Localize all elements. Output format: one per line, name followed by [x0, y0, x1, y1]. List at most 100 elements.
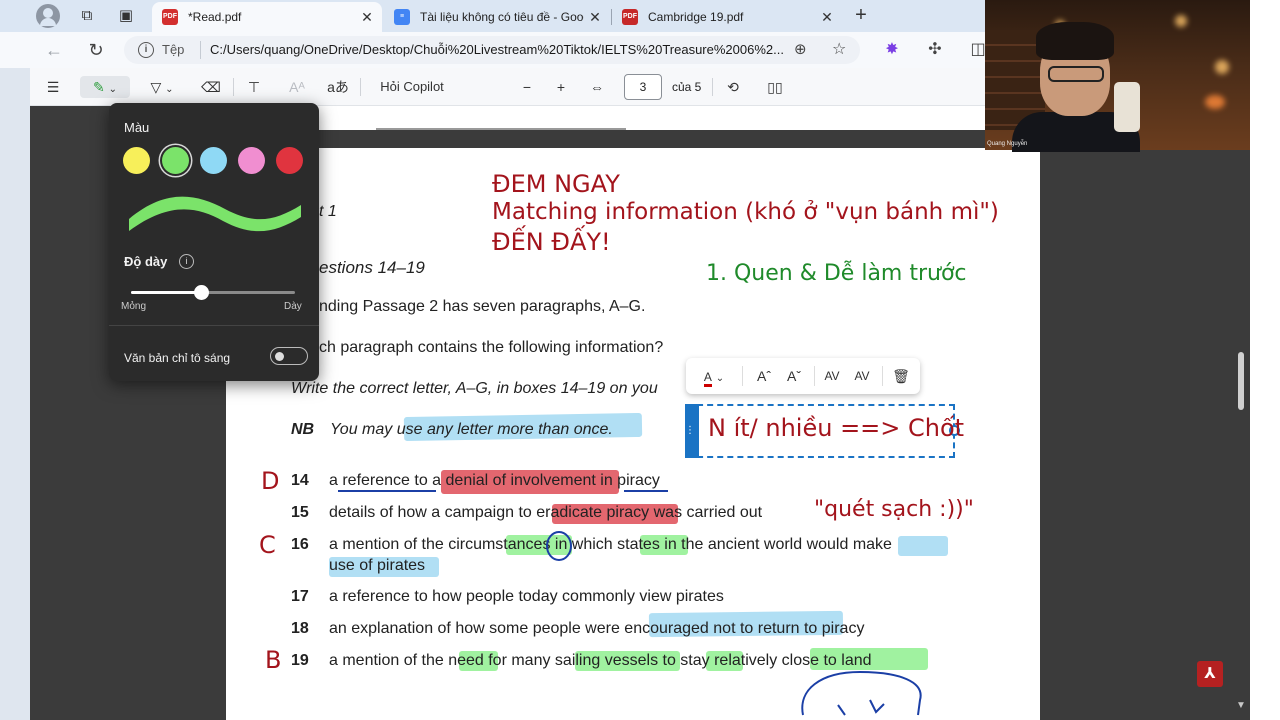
question-text: details of how a campaign to eradicate p… [329, 504, 763, 521]
thickness-slider-thumb[interactable] [194, 285, 209, 300]
close-tab-icon[interactable]: ✕ [356, 9, 378, 26]
highlight-text-only-label: Văn bản chỉ tô sáng [124, 351, 231, 365]
annotation-heading: Matching information (khó ở "vụn bánh mì… [492, 199, 999, 225]
favorite-star-icon[interactable]: ☆ [832, 39, 846, 59]
color-swatch-pink[interactable] [238, 147, 265, 174]
intro-line: nding Passage 2 has seven paragraphs, A–… [319, 298, 646, 315]
presenter-glasses [1048, 66, 1104, 82]
questions-heading: estions 14–19 [319, 258, 425, 277]
text-box-content[interactable]: N ít/ nhiều ==> Chốt [708, 414, 964, 442]
draw-tool-button[interactable]: ▽ ⌄ [140, 76, 184, 98]
tab-read-pdf[interactable]: PDF *Read.pdf ✕ [152, 2, 382, 32]
new-tab-icon[interactable]: + [850, 5, 872, 27]
presenter-hair [1036, 22, 1114, 60]
question-text: an explanation of how some people were e… [329, 620, 865, 637]
color-swatch-red[interactable] [276, 147, 303, 174]
question-text: a mention of the need for many sailing v… [329, 652, 872, 669]
color-swatch-blue[interactable] [200, 147, 227, 174]
drag-handle-icon[interactable]: ⋮⋮ [685, 404, 705, 458]
close-tab-icon[interactable]: ✕ [584, 9, 606, 26]
instruction-line: Write the correct letter, A–G, in boxes … [291, 380, 658, 397]
add-text-icon[interactable]: ⊤ [243, 76, 265, 98]
tab-title: Tài liệu không có tiêu đề - Google [420, 10, 584, 24]
annotation-tip: 1. Quen & Dễ làm trước [706, 261, 967, 286]
scrollbar-thumb[interactable] [1238, 352, 1244, 410]
workspaces-icon[interactable]: ⧉ [77, 6, 97, 26]
presenter-name: Quang Nguyễn [987, 141, 1028, 147]
zoom-out-button[interactable]: − [517, 76, 537, 98]
info-icon[interactable]: i [138, 42, 154, 58]
answer-letter: B [265, 646, 282, 674]
pdf-toolbar: ☰ ✎ ⌄ ▽ ⌄ ⌫ ⊤ Aᴬ aあ Hỏi Copilot − + ⇔ 3 … [30, 68, 985, 106]
question-number: 18 [291, 620, 309, 637]
color-swatch-green[interactable] [162, 147, 189, 174]
fit-to-width-icon[interactable]: ⇔ [586, 76, 608, 98]
divider [200, 41, 201, 59]
zoom-in-button[interactable]: + [551, 76, 571, 98]
close-tab-icon[interactable]: ✕ [816, 9, 838, 26]
vertical-tabs-icon[interactable]: ▣ [116, 6, 136, 26]
question-number: 17 [291, 588, 309, 605]
color-label: Màu [124, 120, 150, 135]
pdf-icon: PDF [622, 9, 638, 25]
ask-copilot-button[interactable]: Hỏi Copilot [374, 76, 450, 98]
text-format-icon: Aᴬ [289, 79, 305, 95]
divider [233, 78, 234, 96]
expand-spacing-icon[interactable]: AV [820, 366, 844, 386]
question-number: 14 [291, 472, 309, 489]
question-number: 16 [291, 536, 309, 553]
acrobat-icon[interactable]: ⅄ [1197, 661, 1223, 687]
slider-max-label: Dày [284, 301, 302, 312]
font-color-button[interactable]: A ⌄ [696, 366, 732, 387]
chevron-down-icon: ⌄ [715, 373, 725, 384]
tab-title: Cambridge 19.pdf [648, 10, 744, 24]
url-text[interactable]: C:/Users/quang/OneDrive/Desktop/Chuỗi%20… [210, 42, 784, 57]
address-bar-row: ← ↻ i Tệp C:/Users/quang/OneDrive/Deskto… [0, 32, 985, 68]
decrease-font-icon[interactable]: Aˇ [782, 366, 806, 386]
divider [360, 78, 361, 96]
stroke-preview [129, 196, 301, 232]
zoom-icon[interactable]: ⊕ [794, 40, 807, 58]
question-text: a mention of the circumstances in which … [329, 536, 892, 553]
docs-icon: ≡ [394, 9, 410, 25]
extensions-puzzle-icon[interactable]: ✣ [925, 40, 945, 60]
color-swatch-yellow[interactable] [123, 147, 150, 174]
annotation-heading: ĐẾN ĐẤY! [492, 228, 611, 256]
page-number-input[interactable]: 3 [624, 74, 662, 100]
tab-google-docs[interactable]: ≡ Tài liệu không có tiêu đề - Google ✕ [384, 2, 610, 32]
text-box-toolbar: A ⌄ Aˆ Aˇ AV AV 🗑 [686, 358, 920, 394]
phone [1114, 82, 1140, 132]
profile-avatar-icon[interactable] [36, 4, 60, 28]
scroll-down-icon[interactable]: ▼ [1236, 700, 1246, 711]
chevron-down-icon: ⌄ [165, 84, 174, 95]
thickness-slider-fill [131, 291, 201, 294]
contents-list-icon[interactable]: ☰ [42, 76, 64, 98]
previous-page-edge [226, 106, 985, 130]
back-icon[interactable]: ← [43, 39, 65, 61]
highlight-text-only-toggle[interactable] [270, 347, 308, 365]
tab-title: *Read.pdf [188, 10, 242, 24]
read-aloud-button[interactable]: aあ [326, 76, 350, 98]
pen-icon: ▽ [150, 79, 162, 95]
condense-spacing-icon[interactable]: AV [850, 366, 874, 386]
tab-cambridge-pdf[interactable]: PDF Cambridge 19.pdf ✕ [612, 2, 842, 32]
thickness-label: Độ dày [124, 254, 168, 269]
delete-icon[interactable]: 🗑 [890, 366, 912, 386]
refresh-icon[interactable]: ↻ [85, 39, 107, 61]
highlight-tool-button[interactable]: ✎ ⌄ [80, 76, 130, 98]
rotate-icon[interactable]: ⟲ [722, 76, 744, 98]
address-bar[interactable]: i Tệp C:/Users/quang/OneDrive/Desktop/Ch… [124, 36, 860, 64]
answer-letter: C [259, 531, 276, 559]
highlighter-icon: ✎ [92, 79, 105, 95]
question-text-continued: use of pirates [329, 557, 426, 574]
info-icon[interactable]: i [179, 254, 194, 269]
nb-label: NB [291, 421, 315, 438]
annotation-heading: ĐEM NGAY [492, 170, 620, 198]
highlight-settings-panel: Màu Độ dày i Mỏng Dày Văn bản chỉ tô sán… [109, 103, 319, 381]
window-edge [1250, 0, 1280, 720]
page-view-icon[interactable]: ▯▯ [764, 76, 786, 98]
question-line: ch paragraph contains the following info… [319, 339, 664, 356]
copilot-extension-icon[interactable]: ✸ [882, 40, 902, 60]
eraser-icon[interactable]: ⌫ [200, 76, 222, 98]
increase-font-icon[interactable]: Aˆ [752, 366, 776, 386]
